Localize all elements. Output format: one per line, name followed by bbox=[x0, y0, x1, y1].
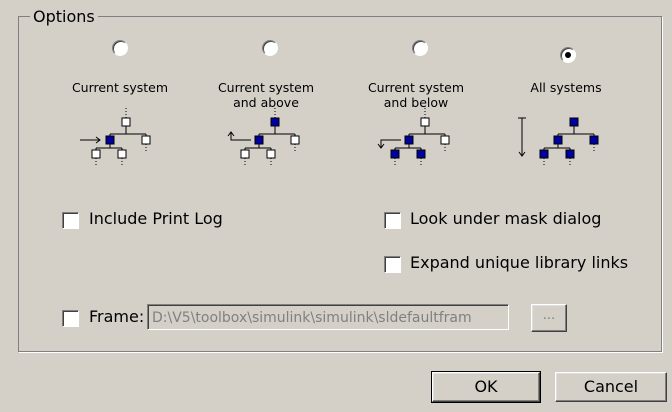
radio-all-systems[interactable] bbox=[560, 47, 576, 63]
radio-all-systems-label: All systems bbox=[530, 80, 602, 95]
radio-current-system-and-below-label: Current system and below bbox=[367, 80, 465, 110]
radio-current-system-and-below[interactable] bbox=[412, 40, 428, 56]
frame-path-field[interactable]: D:\V5\toolbox\simulink\simulink\sldefaul… bbox=[147, 304, 509, 330]
all-systems-tree-icon bbox=[518, 117, 599, 166]
radio-current-system-and-above-label: Current system and above bbox=[217, 80, 315, 110]
frame-checkbox[interactable] bbox=[62, 310, 79, 327]
browse-button[interactable]: ... bbox=[531, 304, 567, 332]
current-system-tree-icon bbox=[80, 108, 151, 166]
expand-library-links-checkbox[interactable] bbox=[384, 256, 401, 273]
radio-current-system-label: Current system bbox=[71, 80, 169, 95]
cancel-button[interactable]: Cancel bbox=[555, 372, 667, 402]
look-under-mask-checkbox[interactable] bbox=[384, 212, 401, 229]
current-system-and-above-tree-icon bbox=[227, 108, 300, 166]
radio-current-system-and-above[interactable] bbox=[262, 40, 278, 56]
include-print-log-checkbox[interactable] bbox=[62, 212, 79, 229]
current-system-and-below-tree-icon bbox=[377, 108, 450, 166]
ok-button[interactable]: OK bbox=[431, 371, 541, 403]
options-group-title: Options bbox=[30, 7, 98, 26]
radio-current-system[interactable] bbox=[112, 40, 128, 56]
options-groupbox bbox=[18, 16, 662, 352]
include-print-log-label[interactable]: Include Print Log bbox=[89, 209, 223, 228]
expand-library-links-label[interactable]: Expand unique library links bbox=[410, 253, 628, 272]
frame-label[interactable]: Frame: bbox=[89, 307, 144, 326]
look-under-mask-label[interactable]: Look under mask dialog bbox=[410, 209, 601, 228]
